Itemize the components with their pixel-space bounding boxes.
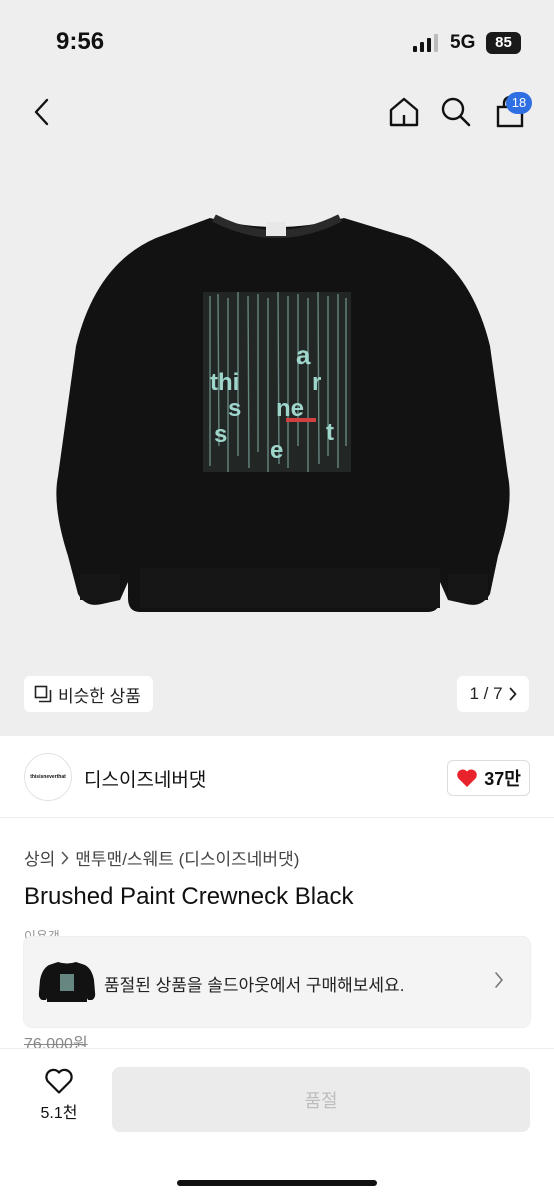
similar-products-button[interactable]: 비슷한 상품	[24, 676, 153, 712]
product-thumbnail	[38, 962, 96, 1002]
signal-icon	[413, 34, 438, 52]
heart-outline-icon	[45, 1068, 73, 1094]
product-image: a thi r s ne t s e	[56, 214, 510, 612]
print-word: thi	[210, 369, 239, 396]
brand-logo-text: thisisneverthat	[30, 774, 66, 780]
home-icon	[389, 97, 419, 127]
wishlist-count: 5.1천	[40, 1105, 78, 1122]
image-pager[interactable]: 1 / 7	[457, 676, 529, 712]
chevron-right-icon	[61, 851, 69, 864]
print-word: s	[228, 395, 241, 422]
status-bar: 9:56 5G 85	[0, 0, 554, 80]
brand-row[interactable]: thisisneverthat 디스이즈네버댓 37만	[0, 736, 554, 818]
search-icon	[441, 97, 471, 127]
print-word: a	[296, 340, 311, 370]
chevron-left-icon	[34, 98, 49, 126]
print-word: e	[270, 437, 283, 464]
breadcrumb-category[interactable]: 상의	[24, 845, 55, 870]
similar-icon	[34, 685, 52, 703]
home-indicator	[177, 1180, 377, 1186]
soldout-message: 품절된 상품을 솔드아웃에서 구매해보세요.	[104, 976, 405, 995]
product-image-area[interactable]: a thi r s ne t s e	[0, 146, 554, 736]
brand-name[interactable]: 디스이즈네버댓	[84, 765, 206, 792]
pager-label: 1 / 7	[469, 684, 503, 703]
chevron-right-icon	[509, 687, 516, 701]
brand-like-count: 37만	[484, 769, 521, 789]
bag-count-badge: 18	[506, 92, 532, 114]
search-button[interactable]	[436, 92, 476, 132]
back-button[interactable]	[22, 92, 62, 132]
brand-logo[interactable]: thisisneverthat	[24, 753, 72, 801]
product-title: Brushed Paint Crewneck Black	[24, 883, 354, 910]
brand-like-button[interactable]: 37만	[447, 760, 530, 796]
home-button[interactable]	[384, 92, 424, 132]
battery-icon: 85	[486, 32, 521, 54]
print-word: r	[312, 369, 321, 396]
breadcrumb: 상의 맨투맨/스웨트 (디스이즈네버댓)	[24, 845, 299, 870]
top-nav	[0, 80, 554, 146]
breadcrumb-subcategory[interactable]: 맨투맨/스웨트 (디스이즈네버댓)	[75, 845, 299, 870]
wishlist-button[interactable]: 5.1천	[24, 1067, 94, 1133]
print-word: t	[326, 419, 334, 446]
status-time: 9:56	[56, 28, 105, 55]
soldout-promo-card[interactable]: 품절된 상품을 솔드아웃에서 구매해보세요.	[24, 937, 530, 1027]
network-label: 5G	[450, 32, 476, 53]
print-word: s	[214, 421, 227, 448]
chevron-right-icon	[495, 972, 503, 988]
soldout-buy-button[interactable]: 품절	[112, 1067, 530, 1132]
print-word: ne	[276, 395, 304, 422]
similar-products-label: 비슷한 상품	[58, 686, 141, 706]
heart-filled-icon	[457, 769, 477, 787]
